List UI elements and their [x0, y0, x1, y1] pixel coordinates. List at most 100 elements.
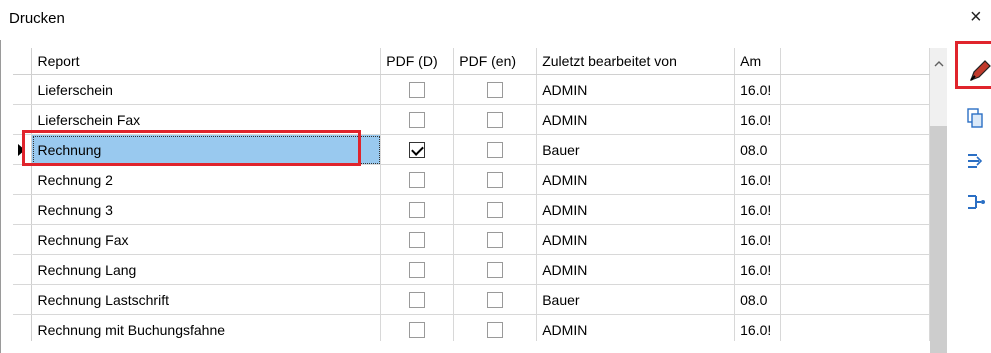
cell-date[interactable]: 16.0! — [734, 74, 782, 105]
cell-pdf-d — [380, 224, 455, 255]
row-indicator-cell[interactable] — [13, 314, 33, 341]
cell-user[interactable]: ADMIN — [536, 254, 736, 285]
cell-pdf-d — [380, 104, 455, 135]
cell-pdf-en — [453, 314, 538, 341]
cell-filler — [780, 74, 930, 105]
pdf-en-checkbox[interactable] — [487, 262, 504, 279]
pdf-en-checkbox[interactable] — [487, 142, 504, 159]
column-header-user[interactable]: Zuletzt bearbeitet von — [536, 48, 736, 75]
cell-date[interactable]: 16.0! — [734, 224, 782, 255]
column-header-pdf-d[interactable]: PDF (D) — [380, 48, 455, 75]
table-row[interactable]: Rechnung Bauer 08.0 — [13, 134, 930, 165]
cell-user[interactable]: ADMIN — [536, 314, 736, 341]
current-row-arrow-icon — [18, 144, 25, 156]
cell-pdf-en — [453, 194, 538, 225]
cell-date[interactable]: 16.0! — [734, 194, 782, 225]
cell-user[interactable]: ADMIN — [536, 194, 736, 225]
table-row[interactable]: Rechnung Lang ADMIN 16.0! — [13, 254, 930, 285]
scrollbar-thumb[interactable] — [930, 126, 947, 353]
cell-filler — [780, 224, 930, 255]
cell-pdf-d — [380, 284, 455, 315]
cell-filler — [780, 194, 930, 225]
row-indicator-cell[interactable] — [13, 164, 33, 195]
pdf-en-checkbox[interactable] — [487, 322, 504, 339]
header-indicator-cell — [13, 48, 33, 75]
cell-filler — [780, 254, 930, 285]
row-indicator-cell[interactable] — [13, 194, 33, 225]
cell-user[interactable]: ADMIN — [536, 74, 736, 105]
cell-report[interactable]: Rechnung mit Buchungsfahne — [31, 314, 382, 341]
tree-structure-icon[interactable] — [965, 188, 991, 216]
cell-date[interactable]: 16.0! — [734, 164, 782, 195]
pdf-en-checkbox[interactable] — [487, 292, 504, 309]
column-header-date[interactable]: Am — [734, 48, 782, 75]
row-indicator-cell[interactable] — [13, 224, 33, 255]
cell-pdf-d — [380, 134, 455, 165]
pencil-edit-icon[interactable] — [965, 56, 991, 84]
cell-date[interactable]: 16.0! — [734, 254, 782, 285]
cell-report[interactable]: Rechnung Fax — [31, 224, 382, 255]
cell-date[interactable]: 08.0 — [734, 134, 782, 165]
table-row[interactable]: Rechnung Lastschrift Bauer 08.0 — [13, 284, 930, 315]
cell-user[interactable]: Bauer — [536, 284, 736, 315]
cell-user[interactable]: ADMIN — [536, 164, 736, 195]
column-header-report[interactable]: Report — [31, 48, 382, 75]
cell-date[interactable]: 08.0 — [734, 284, 782, 315]
indent-icon[interactable] — [965, 147, 991, 175]
pdf-d-checkbox[interactable] — [409, 82, 426, 99]
report-table: Report PDF (D) PDF (en) Zuletzt bearbeit… — [13, 48, 930, 341]
cell-report[interactable]: Rechnung Lang — [31, 254, 382, 285]
vertical-scrollbar[interactable] — [930, 48, 947, 353]
row-indicator-cell[interactable] — [13, 104, 33, 135]
cell-report[interactable]: Rechnung Lastschrift — [31, 284, 382, 315]
table-row[interactable]: Lieferschein ADMIN 16.0! — [13, 74, 930, 105]
row-indicator-cell[interactable] — [13, 74, 33, 105]
pdf-d-checkbox[interactable] — [409, 232, 426, 249]
cell-user[interactable]: ADMIN — [536, 104, 736, 135]
grid-empty-area — [13, 341, 930, 353]
row-indicator-cell[interactable] — [13, 134, 33, 165]
cell-filler — [780, 134, 930, 165]
column-header-pdf-en[interactable]: PDF (en) — [453, 48, 538, 75]
scroll-up-icon[interactable] — [930, 48, 947, 78]
copy-icon[interactable] — [965, 106, 991, 134]
cell-pdf-en — [453, 284, 538, 315]
cell-date[interactable]: 16.0! — [734, 314, 782, 341]
cell-pdf-d — [380, 74, 455, 105]
pdf-en-checkbox[interactable] — [487, 112, 504, 129]
cell-report[interactable]: Rechnung — [31, 134, 382, 165]
pdf-d-checkbox[interactable] — [409, 172, 426, 189]
table-row[interactable]: Rechnung 2 ADMIN 16.0! — [13, 164, 930, 195]
pdf-d-checkbox[interactable] — [409, 202, 426, 219]
cell-report[interactable]: Rechnung 2 — [31, 164, 382, 195]
cell-filler — [780, 314, 930, 341]
cell-user[interactable]: ADMIN — [536, 224, 736, 255]
table-row[interactable]: Rechnung mit Buchungsfahne ADMIN 16.0! — [13, 314, 930, 341]
pdf-d-checkbox[interactable] — [409, 142, 426, 159]
pdf-d-checkbox[interactable] — [409, 112, 426, 129]
cell-user[interactable]: Bauer — [536, 134, 736, 165]
cell-filler — [780, 164, 930, 195]
table-row[interactable]: Rechnung 3 ADMIN 16.0! — [13, 194, 930, 225]
row-indicator-cell[interactable] — [13, 284, 33, 315]
pdf-en-checkbox[interactable] — [487, 82, 504, 99]
table-row[interactable]: Lieferschein Fax ADMIN 16.0! — [13, 104, 930, 135]
close-icon[interactable]: × — [970, 6, 982, 29]
pdf-d-checkbox[interactable] — [409, 322, 426, 339]
pdf-d-checkbox[interactable] — [409, 262, 426, 279]
cell-pdf-en — [453, 224, 538, 255]
report-grid: Report PDF (D) PDF (en) Zuletzt bearbeit… — [13, 48, 930, 341]
window-left-edge — [0, 40, 1, 353]
pdf-en-checkbox[interactable] — [487, 232, 504, 249]
cell-report[interactable]: Lieferschein Fax — [31, 104, 382, 135]
cell-report[interactable]: Lieferschein — [31, 74, 382, 105]
row-indicator-cell[interactable] — [13, 254, 33, 285]
cell-date[interactable]: 16.0! — [734, 104, 782, 135]
cell-filler — [780, 104, 930, 135]
pdf-d-checkbox[interactable] — [409, 292, 426, 309]
cell-report[interactable]: Rechnung 3 — [31, 194, 382, 225]
table-row[interactable]: Rechnung Fax ADMIN 16.0! — [13, 224, 930, 255]
cell-pdf-en — [453, 134, 538, 165]
pdf-en-checkbox[interactable] — [487, 202, 504, 219]
pdf-en-checkbox[interactable] — [487, 172, 504, 189]
